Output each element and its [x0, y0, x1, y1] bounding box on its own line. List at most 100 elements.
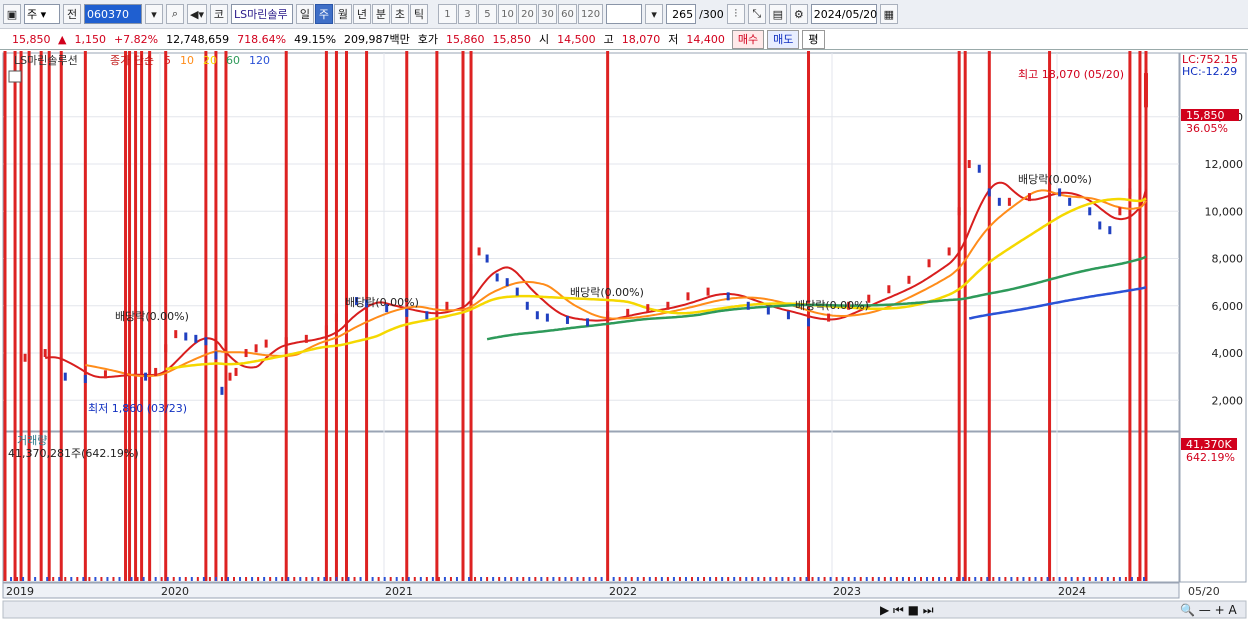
volume: 12,748,659: [166, 32, 230, 46]
volume-bar: [1064, 577, 1067, 581]
eval-button[interactable]: 평: [802, 29, 825, 49]
volume-bar: [371, 577, 374, 581]
x-tick-label: 2024: [1058, 585, 1086, 598]
volume-bar: [1004, 577, 1007, 581]
stock-chart[interactable]: 2,0004,0006,0008,00010,00012,00014,00020…: [0, 51, 1248, 621]
price-candle: [174, 330, 178, 339]
price-candle: [1128, 188, 1132, 197]
price-tag-pct: 36.05%: [1186, 122, 1228, 135]
price-candle: [334, 313, 338, 322]
period-button-4[interactable]: 분: [371, 4, 390, 24]
volume-bar: [40, 577, 43, 581]
interval-button-4[interactable]: 20: [517, 4, 537, 24]
volume-bar: [703, 577, 706, 581]
interval-buttons: 1 3 5 10 20 30 60 120: [437, 4, 604, 24]
speaker-icon[interactable]: ◀▾: [187, 4, 207, 24]
sell-button[interactable]: 매도: [767, 29, 800, 49]
volume-bar: [817, 577, 820, 581]
period-button-5[interactable]: 초: [390, 4, 409, 24]
volume-bar: [727, 577, 730, 581]
open-label: 시: [539, 33, 550, 46]
calendar-icon[interactable]: ▦: [879, 4, 898, 24]
period-button-2[interactable]: 월: [333, 4, 352, 24]
volume-bar: [672, 577, 675, 581]
price: 15,850 ▲: [4, 33, 70, 46]
legend-type: 종가 단순: [110, 54, 154, 67]
change-pct: +7.82%: [113, 32, 159, 46]
volume-bar: [926, 577, 929, 581]
interval-input[interactable]: [606, 4, 643, 24]
price-candle: [626, 308, 630, 317]
search-icon[interactable]: ⌕: [166, 4, 184, 24]
volume-bar: [883, 577, 886, 581]
interval-dropdown-icon[interactable]: ▾: [645, 4, 664, 24]
price-candle: [1058, 188, 1062, 197]
prev-button[interactable]: 전: [63, 4, 81, 24]
play-icon[interactable]: ▶ ⏮ ■ ⏭: [880, 603, 934, 617]
interval-button-5[interactable]: 30: [537, 4, 557, 24]
volume-bar: [823, 577, 826, 581]
turnover: 49.15%: [294, 32, 337, 46]
market-code-button[interactable]: 코: [209, 4, 228, 24]
settings-icon[interactable]: ⚙: [789, 4, 808, 24]
volume-bar: [775, 577, 778, 581]
volume-bar: [76, 577, 79, 581]
date-input[interactable]: 2024/05/20: [810, 4, 877, 24]
price-candle: [204, 337, 208, 346]
volume-bar: [751, 577, 754, 581]
volume-bar: [94, 577, 97, 581]
price-candle: [220, 386, 224, 395]
volume-bar: [469, 51, 473, 581]
price-candle: [304, 334, 308, 343]
volume-bar: [492, 577, 495, 581]
price-candle: [766, 306, 770, 315]
volume-bar: [148, 577, 151, 581]
volume-bar: [214, 51, 218, 581]
ask-value: 15,860: [446, 32, 485, 46]
volume-bar: [257, 577, 260, 581]
draw-icon[interactable]: ⤡: [747, 4, 766, 24]
zoom-icons[interactable]: 🔍 — + A: [1180, 602, 1237, 617]
chart-type-icon[interactable]: ▣: [3, 4, 21, 24]
save-icon[interactable]: ▤: [768, 4, 787, 24]
table-icon[interactable]: [8, 70, 22, 83]
volume-bar: [83, 51, 87, 581]
interval-button-0[interactable]: 1: [437, 4, 457, 24]
volume-bar: [721, 577, 724, 581]
volume-bar: [618, 577, 621, 581]
interval-button-1[interactable]: 3: [457, 4, 477, 24]
buy-button[interactable]: 매수: [731, 29, 765, 49]
period-button-3[interactable]: 년: [352, 4, 371, 24]
volume-bar: [233, 577, 235, 581]
interval-button-6[interactable]: 60: [557, 4, 577, 24]
interval-button-7[interactable]: 120: [577, 4, 604, 24]
price-candle: [927, 259, 931, 268]
volume-bar: [1100, 577, 1103, 581]
volume-bar: [178, 577, 181, 581]
stock-code-input[interactable]: 060370: [84, 4, 142, 24]
period-select[interactable]: 주 ▾: [24, 4, 60, 24]
volume-bar: [998, 577, 1001, 581]
count-input[interactable]: 265: [666, 4, 697, 24]
volume-bar: [3, 51, 7, 581]
interval-button-3[interactable]: 10: [497, 4, 517, 24]
period-button-0[interactable]: 일: [295, 4, 314, 24]
price-candle: [666, 301, 670, 310]
interval-button-2[interactable]: 5: [477, 4, 497, 24]
code-dropdown-icon[interactable]: ▾: [145, 4, 163, 24]
candle-icon[interactable]: ⫶: [726, 4, 745, 24]
volume-bar: [799, 577, 802, 581]
stock-name-field[interactable]: LS마린솔루: [230, 4, 293, 24]
period-button-1[interactable]: 주: [314, 4, 333, 24]
volume-tag-text: 41,370K: [1186, 438, 1232, 451]
volume-bar: [522, 577, 525, 581]
volume-bar: [660, 577, 663, 581]
volume-bar: [275, 577, 278, 581]
volume-bar: [594, 577, 597, 581]
period-button-6[interactable]: 틱: [409, 4, 428, 24]
volume-bar: [1112, 577, 1115, 581]
volume-bar: [498, 577, 501, 581]
volume-bar: [1046, 577, 1049, 581]
volume-bar: [19, 51, 23, 581]
scroll-bar[interactable]: [2, 600, 1247, 619]
